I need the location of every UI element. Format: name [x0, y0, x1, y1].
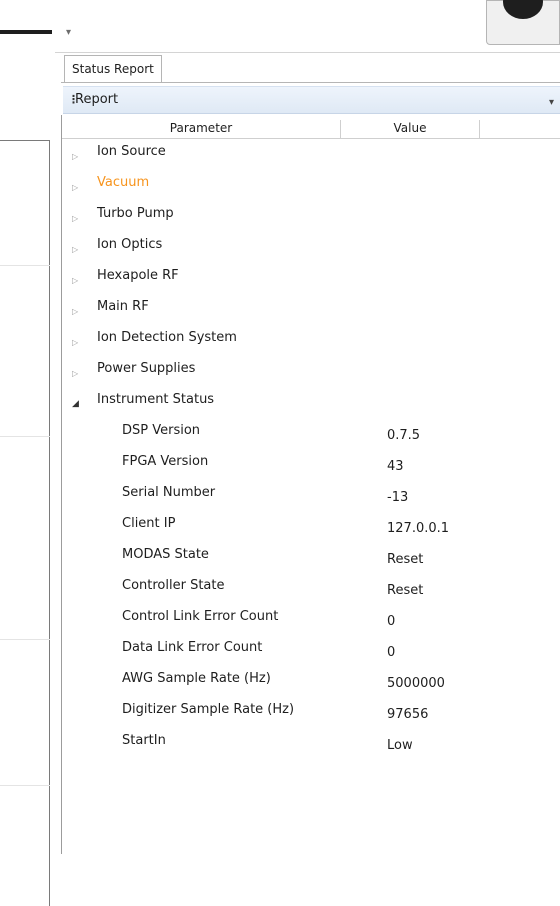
- table-row[interactable]: StartIn Low: [62, 728, 560, 759]
- parameter-name: Client IP: [122, 516, 176, 531]
- group-row-main-rf[interactable]: ▷ Main RF: [62, 294, 560, 325]
- table-row[interactable]: Control Link Error Count 0: [62, 604, 560, 635]
- parameter-name: Controller State: [122, 578, 225, 593]
- group-label: Turbo Pump: [97, 206, 174, 221]
- triangle-right-icon[interactable]: ▷: [72, 265, 78, 296]
- report-toolbar: ⋮ Report ▾: [63, 86, 560, 114]
- table-row[interactable]: AWG Sample Rate (Hz) 5000000: [62, 666, 560, 697]
- toolbar-fragment: [0, 30, 52, 34]
- tab-status-report[interactable]: Status Report: [64, 55, 162, 82]
- toolbar-label: Report: [75, 92, 119, 107]
- triangle-right-icon[interactable]: ▷: [72, 358, 78, 389]
- knob-icon: [503, 0, 543, 19]
- group-row-power-supplies[interactable]: ▷ Power Supplies: [62, 356, 560, 387]
- group-label: Instrument Status: [97, 392, 215, 407]
- group-row-ion-detection-system[interactable]: ▷ Ion Detection System: [62, 325, 560, 356]
- group-label: Hexapole RF: [97, 268, 179, 283]
- group-label: Main RF: [97, 299, 149, 314]
- group-label: Vacuum: [97, 175, 150, 190]
- parameter-value: -13: [387, 490, 409, 505]
- group-row-ion-optics[interactable]: ▷ Ion Optics: [62, 232, 560, 263]
- parameter-name: AWG Sample Rate (Hz): [122, 671, 271, 686]
- corner-button[interactable]: [486, 0, 560, 45]
- parameter-name: MODAS State: [122, 547, 209, 562]
- table-row[interactable]: FPGA Version 43: [62, 449, 560, 480]
- triangle-down-icon[interactable]: ◢: [72, 389, 79, 420]
- tab-strip-line: [61, 82, 560, 83]
- group-row-instrument-status[interactable]: ◢ Instrument Status: [62, 387, 560, 418]
- divider: [0, 265, 50, 266]
- left-pane: [0, 52, 55, 906]
- column-header-parameter[interactable]: Parameter: [62, 121, 340, 135]
- triangle-right-icon[interactable]: ▷: [72, 172, 78, 203]
- group-label: Ion Source: [97, 144, 166, 159]
- window-top-edge: [0, 0, 560, 22]
- table-row[interactable]: Digitizer Sample Rate (Hz) 97656: [62, 697, 560, 728]
- table-row[interactable]: Serial Number -13: [62, 480, 560, 511]
- parameter-value: 0: [387, 645, 396, 660]
- triangle-right-icon[interactable]: ▷: [72, 203, 78, 234]
- group-row-hexapole-rf[interactable]: ▷ Hexapole RF: [62, 263, 560, 294]
- parameter-value: 0: [387, 614, 396, 629]
- parameter-name: Control Link Error Count: [122, 609, 279, 624]
- parameter-value: Low: [387, 738, 413, 753]
- group-row-turbo-pump[interactable]: ▷ Turbo Pump: [62, 201, 560, 232]
- divider: [0, 785, 50, 786]
- grid-header: Parameter Value: [62, 120, 560, 139]
- status-report-panel: Status Report ⋮ Report ▾ Parameter Value…: [61, 53, 560, 854]
- column-header-value[interactable]: Value: [341, 121, 479, 135]
- parameter-name: DSP Version: [122, 423, 201, 438]
- parameter-name: Digitizer Sample Rate (Hz): [122, 702, 295, 717]
- status-grid: Parameter Value ▷ Ion Source ▷ Vacuum ▷ …: [61, 115, 560, 854]
- table-row[interactable]: Data Link Error Count 0: [62, 635, 560, 666]
- parameter-name: Data Link Error Count: [122, 640, 263, 655]
- parameter-value: 43: [387, 459, 404, 474]
- group-label: Ion Detection System: [97, 330, 237, 345]
- parameter-value: 127.0.0.1: [387, 521, 450, 536]
- triangle-right-icon[interactable]: ▷: [72, 296, 78, 327]
- triangle-right-icon[interactable]: ▷: [72, 141, 78, 172]
- triangle-right-icon[interactable]: ▷: [72, 234, 78, 265]
- parameter-value: 5000000: [387, 676, 445, 691]
- parameter-value: 0.7.5: [387, 428, 421, 443]
- divider: [0, 639, 50, 640]
- table-row[interactable]: Controller State Reset: [62, 573, 560, 604]
- overflow-chevron-icon[interactable]: ▾: [549, 97, 554, 108]
- group-label: Ion Optics: [97, 237, 163, 252]
- left-pane-border: [0, 140, 50, 906]
- group-row-ion-source[interactable]: ▷ Ion Source: [62, 139, 560, 170]
- parameter-value: Reset: [387, 583, 424, 598]
- table-row[interactable]: DSP Version 0.7.5: [62, 418, 560, 449]
- parameter-name: Serial Number: [122, 485, 216, 500]
- group-label: Power Supplies: [97, 361, 196, 376]
- parameter-name: StartIn: [122, 733, 166, 748]
- table-row[interactable]: Client IP 127.0.0.1: [62, 511, 560, 542]
- group-row-vacuum[interactable]: ▷ Vacuum: [62, 170, 560, 201]
- column-separator[interactable]: [479, 120, 480, 138]
- parameter-name: FPGA Version: [122, 454, 209, 469]
- parameter-value: Reset: [387, 552, 424, 567]
- table-row[interactable]: MODAS State Reset: [62, 542, 560, 573]
- divider: [0, 436, 50, 437]
- triangle-right-icon[interactable]: ▷: [72, 327, 78, 358]
- parameter-value: 97656: [387, 707, 429, 722]
- overflow-chevron-icon[interactable]: ▾: [66, 27, 71, 38]
